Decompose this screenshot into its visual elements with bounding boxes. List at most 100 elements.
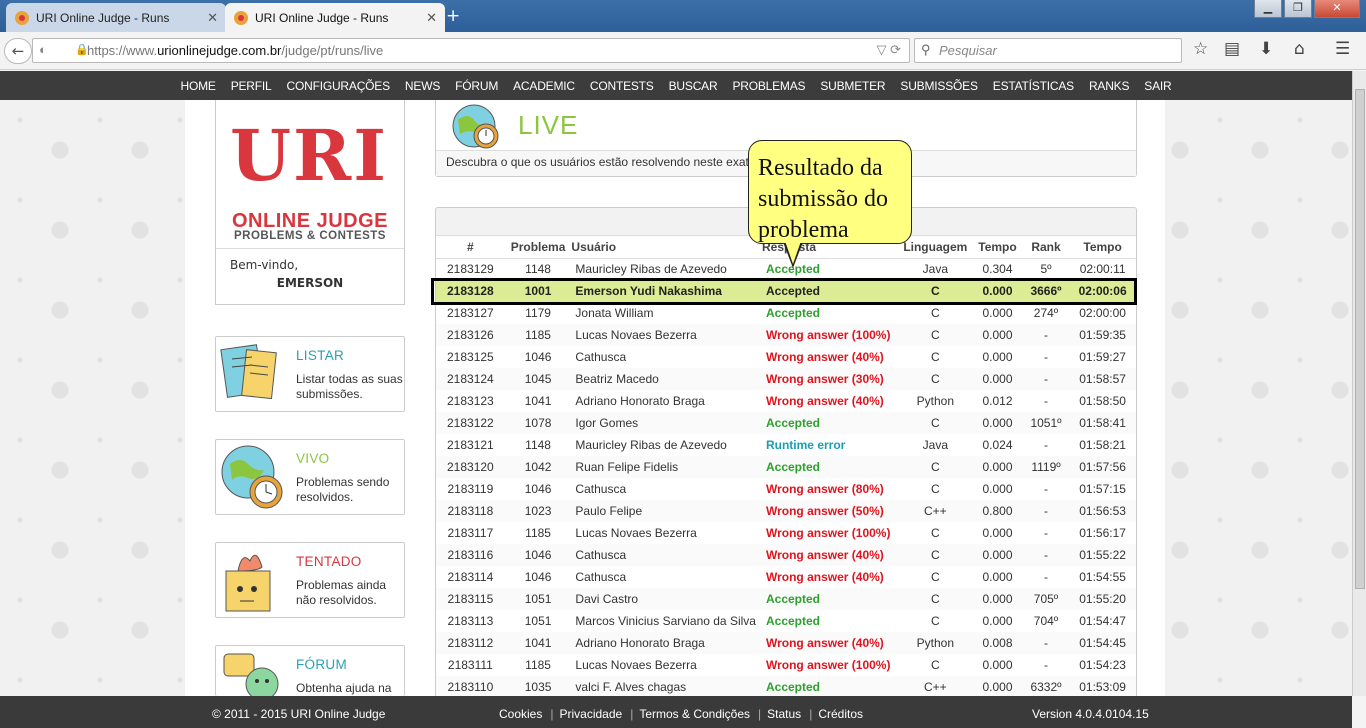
menu-item-3[interactable]: NEWS (405, 79, 440, 93)
scrollbar-thumb[interactable] (1355, 89, 1365, 589)
table-row[interactable]: 2183121 1148 Mauricley Ribas de Azevedo Run… (436, 434, 1136, 456)
cell-id[interactable]: 2183121 (436, 434, 505, 456)
cell-id[interactable]: 2183116 (436, 544, 505, 566)
table-row[interactable]: 2183114 1046 Cathusca Wrong answer (40%) C 0.… (436, 566, 1136, 588)
cell-result[interactable]: Runtime error (762, 434, 898, 456)
menu-item-10[interactable]: SUBMISSÕES (900, 79, 978, 93)
col-header-id[interactable]: # (436, 236, 505, 259)
menu-item-12[interactable]: RANKS (1089, 79, 1130, 93)
cell-result[interactable]: Wrong answer (40%) (762, 346, 898, 368)
menu-item-13[interactable]: SAIR (1144, 79, 1171, 93)
cell-id[interactable]: 2183126 (436, 324, 505, 346)
sidebar-card-tentado[interactable]: TENTADO Problemas ainda não resolvidos. (215, 542, 405, 618)
cell-user[interactable]: Cathusca (571, 544, 762, 566)
cell-id[interactable]: 2183119 (436, 478, 505, 500)
back-icon[interactable]: ← (4, 38, 32, 64)
cell-problem[interactable]: 1001 (504, 280, 572, 302)
table-row[interactable]: 2183128 1001 Emerson Yudi Nakashima Accepte… (436, 280, 1136, 302)
menu-icon[interactable]: ☰ (1335, 39, 1350, 59)
cell-id[interactable]: 2183113 (436, 610, 505, 632)
menu-item-7[interactable]: BUSCAR (669, 79, 718, 93)
cell-user[interactable]: Cathusca (571, 478, 762, 500)
bookmark-star-icon[interactable]: ☆ (1193, 39, 1208, 59)
search-input[interactable]: ⚲ Pesquisar (914, 38, 1182, 63)
cell-result[interactable]: Accepted (762, 302, 898, 324)
footer-link[interactable]: Créditos (818, 707, 863, 721)
cell-problem[interactable]: 1179 (505, 302, 572, 324)
cell-problem[interactable]: 1046 (504, 544, 572, 566)
cell-problem[interactable]: 1046 (505, 478, 572, 500)
col-header-rank[interactable]: Rank (1022, 236, 1070, 259)
table-row[interactable]: 2183115 1051 Davi Castro Accepted C 0.000 705º… (436, 588, 1136, 610)
menu-item-11[interactable]: ESTATÍSTICAS (993, 79, 1074, 93)
site-identity-icon[interactable]: ◐ (39, 42, 47, 57)
menu-item-5[interactable]: ACADEMIC (513, 79, 575, 93)
menu-item-2[interactable]: CONFIGURAÇÕES (287, 79, 391, 93)
col-header-problem[interactable]: Problema (504, 236, 572, 259)
cell-problem[interactable]: 1046 (505, 566, 572, 588)
cell-result[interactable]: Accepted (761, 412, 899, 434)
table-row[interactable]: 2183119 1046 Cathusca Wrong answer (80%) C 0.… (436, 478, 1136, 500)
cell-id[interactable]: 2183110 (436, 676, 505, 696)
cell-user[interactable]: Cathusca (571, 346, 762, 368)
reading-list-icon[interactable]: ▤ (1224, 39, 1240, 59)
footer-link[interactable]: Termos & Condições (639, 707, 750, 721)
cell-result[interactable]: Accepted (761, 588, 899, 610)
reload-icon[interactable]: ▽ ⟳ (876, 42, 901, 58)
table-row[interactable]: 2183112 1041 Adriano Honorato Braga Wrong a… (436, 632, 1136, 654)
maximize-icon[interactable]: ❐ (1284, 0, 1312, 18)
table-row[interactable]: 2183116 1046 Cathusca Wrong answer (40%) C 0.… (436, 544, 1136, 566)
col-header-language[interactable]: Linguagem (898, 236, 973, 259)
cell-user[interactable]: Igor Gomes (571, 412, 762, 434)
footer-link[interactable]: Privacidade (559, 707, 622, 721)
close-tab-icon[interactable]: ✕ (426, 10, 437, 26)
cell-problem[interactable]: 1185 (505, 654, 572, 676)
menu-item-1[interactable]: PERFIL (231, 79, 272, 93)
cell-user[interactable]: Beatriz Macedo (571, 368, 762, 390)
table-row[interactable]: 2183126 1185 Lucas Novaes Bezerra Wrong ans… (436, 324, 1136, 346)
col-header-user[interactable]: Usuário (571, 236, 762, 259)
uri-logo-box[interactable]: URI ONLINE JUDGE PROBLEMS & CONTESTS Bem… (215, 100, 405, 305)
table-row[interactable]: 2183122 1078 Igor Gomes Accepted C 0.000 1051º… (436, 412, 1136, 434)
cell-user[interactable]: Adriano Honorato Braga (571, 632, 762, 654)
cell-user[interactable]: Ruan Felipe Fidelis (571, 456, 762, 478)
cell-id[interactable]: 2183122 (436, 412, 505, 434)
cell-id[interactable]: 2183112 (436, 632, 505, 654)
table-row[interactable]: 2183118 1023 Paulo Felipe Wrong answer (50%… (436, 500, 1136, 522)
cell-id[interactable]: 2183123 (436, 390, 505, 412)
menu-item-8[interactable]: PROBLEMAS (732, 79, 805, 93)
cell-problem[interactable]: 1035 (504, 676, 572, 696)
cell-id[interactable]: 2183125 (436, 346, 505, 368)
cell-user[interactable]: Adriano Honorato Braga (571, 390, 762, 412)
cell-problem[interactable]: 1051 (505, 610, 572, 632)
cell-result[interactable]: Wrong answer (40%) (762, 566, 898, 588)
sidebar-card-forum[interactable]: FÓRUM Obtenha ajuda na (215, 645, 405, 697)
table-row[interactable]: 2183127 1179 Jonata William Accepted C 0.000 2… (436, 302, 1136, 324)
home-icon[interactable]: ⌂ (1294, 39, 1305, 59)
table-row[interactable]: 2183110 1035 valci F. Alves chagas Accepted… (436, 676, 1136, 696)
cell-id[interactable]: 2183114 (436, 566, 505, 588)
col-header-clock[interactable]: Tempo (1069, 236, 1136, 259)
cell-result[interactable]: Wrong answer (100%) (762, 522, 898, 544)
cell-id[interactable]: 2183111 (436, 654, 505, 676)
new-tab-icon[interactable]: + (446, 6, 460, 26)
footer-link[interactable]: Status (767, 707, 801, 721)
cell-id[interactable]: 2183118 (436, 500, 505, 522)
table-row[interactable]: 2183111 1185 Lucas Novaes Bezerra Wrong ans… (436, 654, 1136, 676)
cell-result[interactable]: Wrong answer (40%) (761, 544, 899, 566)
cell-user[interactable]: Emerson Yudi Nakashima (571, 280, 762, 302)
cell-result[interactable]: Accepted (762, 610, 898, 632)
cell-result[interactable]: Wrong answer (80%) (762, 478, 898, 500)
menu-item-0[interactable]: HOME (180, 79, 215, 93)
cell-result[interactable]: Wrong answer (50%) (761, 500, 899, 522)
browser-tab-active[interactable]: URI Online Judge - Runs ✕ (225, 3, 445, 32)
close-tab-icon[interactable]: ✕ (207, 10, 218, 26)
cell-user[interactable]: Cathusca (571, 566, 762, 588)
cell-id[interactable]: 2183117 (436, 522, 505, 544)
username[interactable]: EMERSON (216, 276, 404, 290)
cell-result[interactable]: Accepted (761, 280, 899, 302)
cell-result[interactable]: Accepted (761, 456, 899, 478)
cell-id[interactable]: 2183124 (436, 368, 505, 390)
cell-user[interactable]: valci F. Alves chagas (571, 676, 762, 696)
cell-user[interactable]: Mauricley Ribas de Azevedo (571, 434, 762, 456)
